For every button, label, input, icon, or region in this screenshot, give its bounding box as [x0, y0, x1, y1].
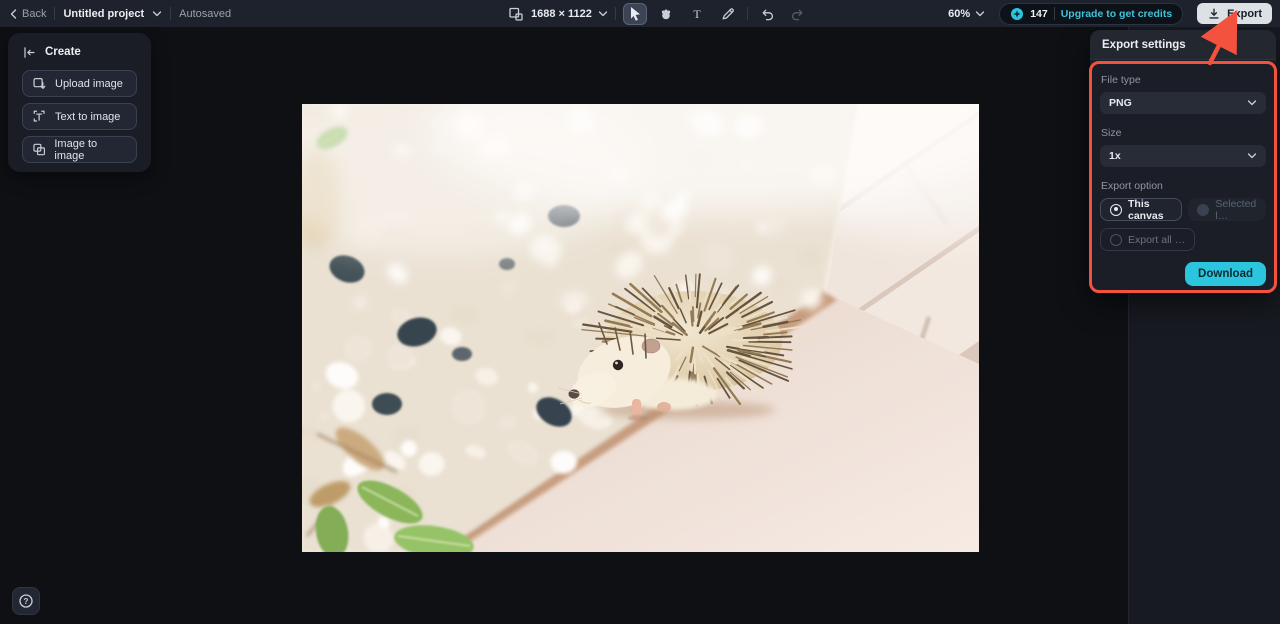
- chevron-left-icon: [10, 8, 17, 19]
- text-to-image-icon: [33, 110, 45, 122]
- chevron-down-icon[interactable]: [152, 10, 162, 17]
- text-to-image-label: Text to image: [55, 110, 121, 123]
- export-label: Export: [1227, 7, 1262, 20]
- option-selected-layer[interactable]: Selected l…: [1188, 198, 1266, 222]
- divider: [1053, 7, 1055, 20]
- zoom-control[interactable]: 60%: [948, 8, 985, 20]
- project-title[interactable]: Untitled project: [63, 8, 144, 20]
- chevron-down-icon: [1247, 153, 1257, 159]
- coin-icon: [1011, 7, 1024, 20]
- svg-text:?: ?: [24, 597, 29, 606]
- radio-disabled-icon: [1197, 203, 1210, 216]
- radio-unselected-icon: [1110, 233, 1122, 246]
- size-value: 1x: [1109, 150, 1121, 162]
- radio-selected-icon: [1110, 203, 1122, 216]
- image-editor-app: Back Untitled project Autosaved 1688 × 1…: [0, 0, 1280, 624]
- upgrade-link[interactable]: Upgrade to get credits: [1061, 8, 1172, 20]
- export-option-label: Export option: [1101, 180, 1163, 192]
- divider: [54, 7, 56, 20]
- topbar: Back Untitled project Autosaved 1688 × 1…: [0, 0, 1280, 27]
- pen-tool-button[interactable]: [716, 3, 740, 25]
- create-panel: Create Upload image Text to image Image …: [8, 33, 151, 172]
- text-to-image-button[interactable]: Text to image: [22, 103, 137, 130]
- download-icon: [1209, 8, 1219, 19]
- file-type-label: File type: [1101, 74, 1141, 86]
- divider: [746, 7, 748, 20]
- size-select[interactable]: 1x: [1100, 145, 1266, 167]
- credits-pill[interactable]: 147 Upgrade to get credits: [999, 2, 1184, 25]
- hand-icon: [661, 9, 671, 19]
- export-settings-title: Export settings: [1102, 38, 1186, 51]
- image-to-image-icon: [33, 143, 45, 156]
- upload-image-icon: [33, 78, 46, 89]
- download-button[interactable]: Download: [1185, 262, 1266, 286]
- pen-icon: [722, 7, 734, 19]
- undo-icon: [762, 9, 773, 20]
- image-to-image-label: Image to image: [54, 137, 98, 162]
- file-type-value: PNG: [1109, 97, 1132, 109]
- back-label: Back: [22, 7, 47, 20]
- chevron-down-icon: [976, 10, 985, 16]
- export-button[interactable]: Export: [1197, 3, 1272, 24]
- cursor-icon: [630, 6, 640, 21]
- option-export-all[interactable]: Export all …: [1100, 228, 1196, 251]
- credits-count: 147: [1030, 7, 1048, 20]
- text-tool-icon: T: [693, 7, 701, 21]
- svg-text:T: T: [693, 7, 701, 21]
- canvas-size-display[interactable]: 1688 × 1122: [531, 8, 608, 20]
- canvas-image[interactable]: [302, 104, 979, 552]
- undo-button[interactable]: [755, 3, 779, 25]
- collapse-panel-icon[interactable]: [22, 45, 37, 60]
- size-label: Size: [1101, 127, 1122, 139]
- upload-image-label: Upload image: [55, 77, 123, 90]
- create-panel-title: Create: [45, 46, 81, 58]
- autosaved-status: Autosaved: [179, 7, 232, 20]
- upload-image-button[interactable]: Upload image: [22, 70, 137, 97]
- help-icon: ?: [19, 594, 33, 608]
- hand-tool-button[interactable]: [654, 3, 678, 25]
- image-to-image-button[interactable]: Image to image: [22, 136, 137, 163]
- chevron-down-icon: [598, 10, 608, 16]
- help-button[interactable]: ?: [12, 587, 40, 615]
- option-this-canvas[interactable]: This canvas: [1100, 198, 1183, 222]
- back-button[interactable]: Back: [10, 8, 46, 20]
- chevron-down-icon: [1247, 100, 1257, 106]
- text-tool-button[interactable]: T: [685, 3, 709, 25]
- zoom-level: 60%: [948, 7, 971, 20]
- redo-icon: [791, 9, 803, 20]
- export-settings-popup: Export settings File type PNG Size 1x Ex…: [1090, 30, 1276, 293]
- select-tool-button[interactable]: [622, 2, 647, 25]
- canvas-frame-icon: [509, 7, 523, 21]
- divider: [614, 7, 616, 20]
- file-type-select[interactable]: PNG: [1100, 92, 1266, 114]
- divider: [170, 7, 172, 20]
- redo-button[interactable]: [786, 3, 810, 25]
